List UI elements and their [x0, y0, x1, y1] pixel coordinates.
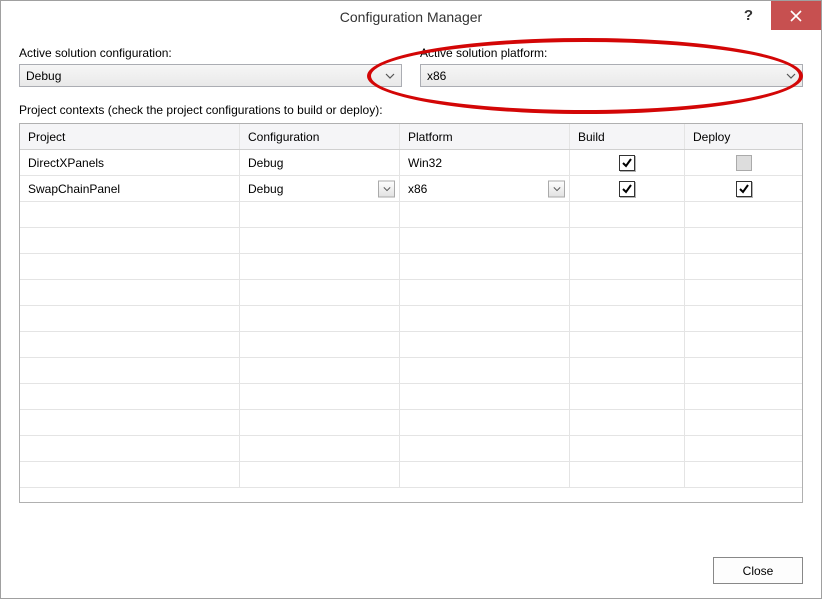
close-icon: [790, 10, 802, 22]
active-platform-value: x86: [427, 69, 446, 83]
deploy-checkbox[interactable]: [736, 181, 752, 197]
row-build-cell: [570, 150, 685, 175]
table-row: [20, 306, 802, 332]
titlebar-buttons: ?: [726, 1, 821, 30]
help-button[interactable]: ?: [726, 1, 771, 30]
table-row: [20, 202, 802, 228]
chevron-down-icon: [378, 180, 395, 197]
table-row: [20, 254, 802, 280]
row-config-select[interactable]: Debug: [240, 150, 400, 175]
contexts-label: Project contexts (check the project conf…: [19, 103, 803, 117]
row-platform-select[interactable]: x86: [400, 176, 570, 201]
active-platform-group: Active solution platform: x86: [420, 46, 803, 87]
table-row: [20, 280, 802, 306]
table-row: [20, 228, 802, 254]
row-build-cell: [570, 176, 685, 201]
active-platform-select[interactable]: x86: [420, 64, 803, 87]
col-config: Configuration: [240, 124, 400, 149]
chevron-down-icon: [385, 73, 395, 79]
row-config-select[interactable]: Debug: [240, 176, 400, 201]
table-row: [20, 436, 802, 462]
project-name: DirectXPanels: [20, 150, 240, 175]
chevron-down-icon: [786, 73, 796, 79]
titlebar: Configuration Manager ?: [1, 1, 821, 32]
table-row: SwapChainPanelDebugx86: [20, 176, 802, 202]
row-deploy-cell: [685, 150, 802, 175]
close-window-button[interactable]: [771, 1, 821, 30]
table-row: [20, 384, 802, 410]
help-icon: ?: [744, 7, 753, 24]
active-platform-label: Active solution platform:: [420, 46, 803, 60]
grid-header: Project Configuration Platform Build Dep…: [20, 124, 802, 150]
col-deploy: Deploy: [685, 124, 802, 149]
table-row: [20, 410, 802, 436]
project-contexts-grid: Project Configuration Platform Build Dep…: [19, 123, 803, 503]
row-deploy-cell: [685, 176, 802, 201]
close-button[interactable]: Close: [713, 557, 803, 584]
col-build: Build: [570, 124, 685, 149]
build-checkbox[interactable]: [619, 155, 635, 171]
config-manager-window: Configuration Manager ? Active solution …: [0, 0, 822, 599]
window-title: Configuration Manager: [1, 9, 821, 25]
active-config-group: Active solution configuration: Debug: [19, 46, 402, 87]
col-platform: Platform: [400, 124, 570, 149]
active-config-select[interactable]: Debug: [19, 64, 402, 87]
deploy-checkbox: [736, 155, 752, 171]
table-row: [20, 332, 802, 358]
project-name: SwapChainPanel: [20, 176, 240, 201]
table-row: [20, 358, 802, 384]
chevron-down-icon: [548, 180, 565, 197]
solution-selectors: Active solution configuration: Debug Act…: [19, 46, 803, 87]
col-project: Project: [20, 124, 240, 149]
table-row: DirectXPanelsDebugWin32: [20, 150, 802, 176]
active-config-value: Debug: [26, 69, 61, 83]
content-area: Active solution configuration: Debug Act…: [1, 32, 821, 503]
active-config-label: Active solution configuration:: [19, 46, 402, 60]
table-row: [20, 462, 802, 488]
build-checkbox[interactable]: [619, 181, 635, 197]
dialog-footer: Close: [713, 557, 803, 584]
row-platform-select[interactable]: Win32: [400, 150, 570, 175]
